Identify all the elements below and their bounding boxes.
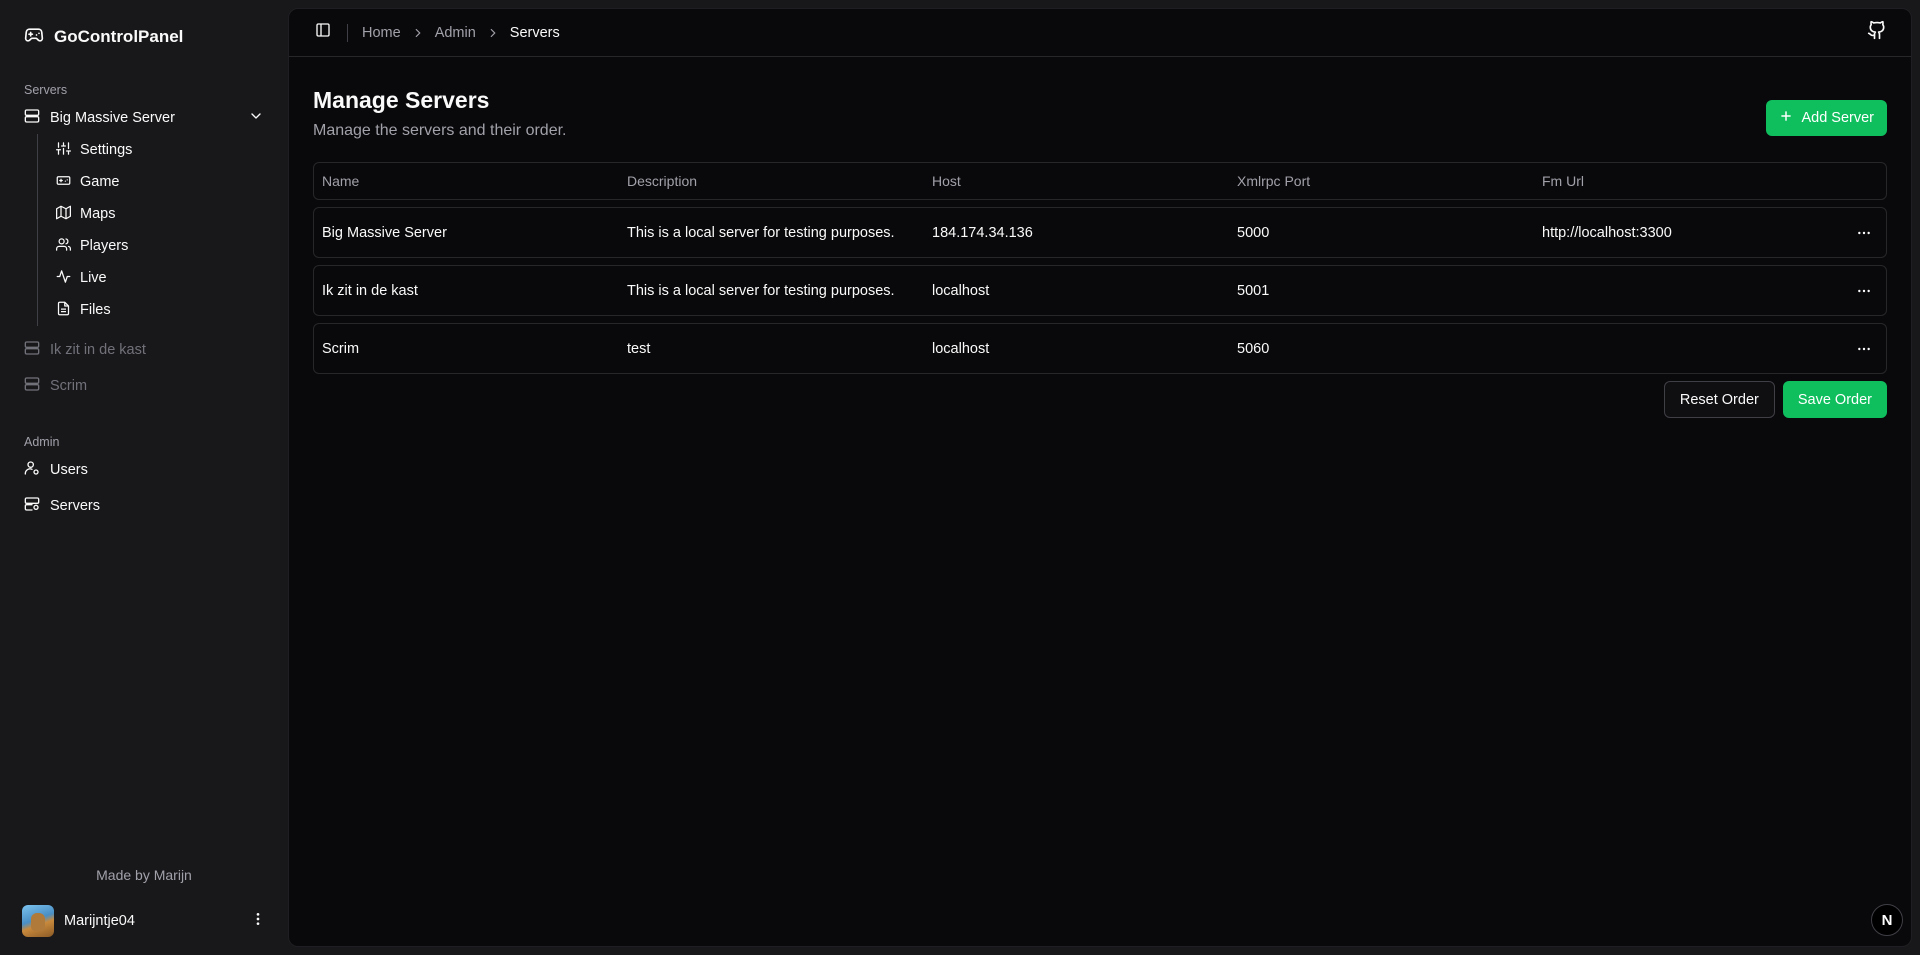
user-cog-icon: [24, 460, 40, 480]
cell-name: Ik zit in de kast: [322, 282, 418, 299]
sidebar-server-label: Ik zit in de kast: [50, 342, 146, 358]
cell-name: Scrim: [322, 340, 360, 357]
server-icon: [24, 376, 40, 396]
sidebar-item-servers[interactable]: Servers: [10, 490, 278, 522]
sidebar-item-maps[interactable]: Maps: [48, 198, 278, 230]
sidebar: GoControlPanel Servers Big Massive Serve…: [0, 0, 288, 955]
sidebar-server-ik-zit[interactable]: Ik zit in de kast: [10, 332, 278, 368]
table-row[interactable]: Ik zit in de kast This is a local server…: [313, 265, 1887, 316]
column-header-fm-url: Fm Url: [1542, 173, 1584, 189]
sidebar-item-label: Game: [80, 174, 120, 190]
users-icon: [56, 237, 71, 256]
sidebar-server-big-massive[interactable]: Big Massive Server: [10, 102, 278, 134]
sidebar-server-label: Scrim: [50, 378, 88, 394]
cell-host: localhost: [932, 282, 990, 299]
cell-description: test: [627, 340, 651, 357]
made-by-text: Made by Marijn: [96, 867, 192, 883]
sidebar-item-players[interactable]: Players: [48, 230, 278, 262]
cell-port: 5001: [1237, 282, 1270, 299]
admin-group-label: Admin: [24, 435, 60, 449]
github-icon: [1867, 20, 1887, 45]
table-row[interactable]: Scrim test localhost 5060: [313, 323, 1887, 374]
column-header-host: Host: [932, 173, 961, 189]
cell-port: 5000: [1237, 224, 1270, 241]
sidebar-item-game[interactable]: Game: [48, 166, 278, 198]
cell-host: localhost: [932, 340, 990, 357]
sidebar-item-label: Settings: [80, 142, 133, 158]
admin-section: Admin Users Servers: [10, 426, 278, 522]
page-header: Manage Servers Manage the servers and th…: [313, 85, 1887, 140]
column-header-description: Description: [627, 173, 698, 189]
more-horizontal-icon[interactable]: [1850, 219, 1878, 247]
sidebar-item-label: Files: [80, 302, 111, 318]
nextjs-dev-badge[interactable]: N: [1871, 904, 1903, 936]
sidebar-server-scrim[interactable]: Scrim: [10, 368, 278, 404]
app-name: GoControlPanel: [54, 27, 184, 46]
brand[interactable]: GoControlPanel: [10, 0, 278, 74]
sliders-icon: [56, 141, 71, 160]
cell-host: 184.174.34.136: [932, 224, 1033, 241]
sidebar-item-label: Live: [80, 270, 107, 286]
order-actions: Reset Order Save Order: [313, 381, 1887, 418]
sidebar-server-label: Big Massive Server: [50, 110, 175, 126]
sidebar-item-users[interactable]: Users: [10, 454, 278, 486]
divider: [347, 23, 348, 42]
server-submenu: Settings Game Maps Players Live Files: [37, 134, 278, 326]
github-link[interactable]: [1863, 19, 1891, 47]
file-icon: [56, 301, 71, 320]
breadcrumb-home[interactable]: Home: [362, 25, 401, 41]
panel-left-icon: [315, 22, 331, 43]
sidebar-item-live[interactable]: Live: [48, 262, 278, 294]
server-icon: [24, 108, 40, 128]
sidebar-item-label: Users: [50, 462, 88, 478]
map-icon: [56, 205, 71, 224]
sidebar-item-label: Maps: [80, 206, 116, 222]
servers-group-label: Servers: [24, 83, 68, 97]
cell-description: This is a local server for testing purpo…: [627, 282, 895, 299]
column-header-port: Xmlrpc Port: [1237, 173, 1311, 189]
add-server-button[interactable]: Add Server: [1766, 100, 1887, 136]
sidebar-toggle-button[interactable]: [309, 19, 337, 47]
page-subtitle: Manage the servers and their order.: [313, 122, 567, 139]
gamepad-icon: [56, 173, 71, 192]
cell-description: This is a local server for testing purpo…: [627, 224, 895, 241]
table-header: Name Description Host Xmlrpc Port Fm Url: [313, 162, 1887, 200]
top-bar: Home Admin Servers: [289, 9, 1911, 57]
breadcrumb: Home Admin Servers: [362, 25, 560, 41]
column-header-name: Name: [322, 173, 360, 189]
avatar: [22, 905, 54, 937]
main-panel: Home Admin Servers Manage Servers Manage…: [288, 8, 1912, 947]
sidebar-item-files[interactable]: Files: [48, 294, 278, 326]
breadcrumb-admin[interactable]: Admin: [435, 25, 476, 41]
more-vertical-icon[interactable]: [250, 911, 266, 932]
content: Manage Servers Manage the servers and th…: [289, 57, 1911, 418]
activity-icon: [56, 269, 71, 288]
server-icon: [24, 340, 40, 360]
more-horizontal-icon[interactable]: [1850, 277, 1878, 305]
reset-order-button[interactable]: Reset Order: [1663, 381, 1775, 418]
breadcrumb-current: Servers: [509, 24, 560, 41]
cell-fm-url: http://localhost:3300: [1542, 224, 1672, 241]
server-cog-icon: [24, 496, 40, 516]
user-name: Marijntje04: [64, 913, 135, 929]
cell-port: 5060: [1237, 340, 1270, 357]
sidebar-item-label: Players: [80, 238, 129, 254]
sidebar-item-label: Servers: [50, 498, 100, 514]
more-horizontal-icon[interactable]: [1850, 335, 1878, 363]
page-title: Manage Servers: [313, 87, 490, 113]
app-root: GoControlPanel Servers Big Massive Serve…: [0, 0, 1920, 955]
plus-icon: [1779, 109, 1793, 127]
chevron-right-icon: [411, 26, 425, 40]
user-menu[interactable]: Marijntje04: [10, 895, 278, 947]
table-row[interactable]: Big Massive Server This is a local serve…: [313, 207, 1887, 258]
servers-table: Name Description Host Xmlrpc Port Fm Url…: [313, 162, 1887, 374]
add-server-label: Add Server: [1801, 110, 1874, 126]
gamepad-icon: [24, 25, 44, 50]
save-order-button[interactable]: Save Order: [1782, 381, 1887, 418]
chevron-right-icon: [486, 26, 500, 40]
sidebar-item-settings[interactable]: Settings: [48, 134, 278, 166]
chevron-down-icon[interactable]: [248, 108, 264, 128]
cell-name: Big Massive Server: [322, 224, 447, 241]
